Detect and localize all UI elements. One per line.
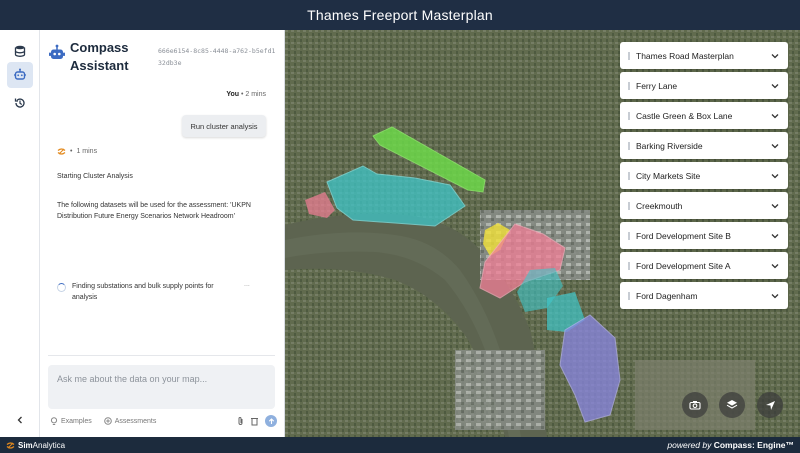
chevron-down-icon[interactable] [770, 111, 780, 121]
examples-button[interactable]: Examples [50, 416, 92, 426]
user-message-text: Run cluster analysis [190, 121, 258, 131]
user-author: You [226, 91, 240, 98]
layers-button[interactable] [719, 392, 745, 418]
site-item[interactable]: Barking Riverside [620, 132, 788, 159]
history-icon [14, 98, 25, 108]
chevron-down-icon[interactable] [770, 51, 780, 61]
site-item-label: Creekmouth [636, 200, 683, 211]
analysis-step-text: Finding substations and bulk supply poin… [72, 283, 214, 301]
drag-handle-icon[interactable] [628, 291, 630, 300]
simanalytica-brand: SimAnalytica [6, 441, 65, 450]
robot-icon [14, 68, 26, 80]
site-item[interactable]: Creekmouth [620, 192, 788, 219]
meta-separator: • [70, 148, 73, 155]
site-item[interactable]: Thames Road Masterplan [620, 42, 788, 69]
examples-label: Examples [61, 417, 92, 425]
site-item-label: City Markets Site [636, 170, 701, 181]
industrial-area [455, 350, 545, 430]
assistant-nav-button[interactable] [7, 62, 33, 88]
assessments-label: Assessments [114, 417, 157, 425]
drag-handle-icon[interactable] [628, 261, 630, 270]
chevron-down-icon[interactable] [770, 141, 780, 151]
delete-icon[interactable] [250, 416, 259, 426]
powered-by-label: powered by [667, 440, 712, 450]
brand-prefix: Sim [18, 440, 33, 450]
drag-handle-icon[interactable] [628, 51, 630, 60]
site-item[interactable]: Ford Development Site A [620, 252, 788, 279]
site-item[interactable]: City Markets Site [620, 162, 788, 189]
app-title-bar: Thames Freeport Masterplan [0, 0, 800, 30]
chevron-down-icon[interactable] [770, 201, 780, 211]
site-item[interactable]: Ford Development Site B [620, 222, 788, 249]
user-message-time: 2 mins [245, 91, 266, 98]
history-nav-button[interactable] [7, 90, 33, 116]
site-item-label: Castle Green & Box Lane [636, 110, 733, 121]
brand-suffix: Analytica [32, 440, 66, 450]
chevron-down-icon[interactable] [770, 231, 780, 241]
assistant-header: Compass Assistant 666e6154-8c85-4448-a76… [40, 30, 285, 80]
loading-spinner-icon [57, 283, 66, 292]
drag-handle-icon[interactable] [628, 201, 630, 210]
user-message-bubble: Run cluster analysis [182, 115, 266, 137]
chat-input[interactable] [48, 365, 275, 409]
attach-icon[interactable] [237, 416, 244, 426]
user-message-meta: You • 2 mins [226, 91, 266, 98]
bot-message-body: The following datasets will be used for … [57, 202, 251, 220]
drag-handle-icon[interactable] [628, 231, 630, 240]
camera-icon [689, 401, 701, 410]
footer-bar: SimAnalytica powered by Compass: Engine™ [0, 437, 800, 453]
robot-icon [49, 44, 65, 59]
site-list: Thames Road Masterplan Ferry Lane Castle… [620, 42, 788, 312]
assistant-panel: Compass Assistant 666e6154-8c85-4448-a76… [40, 30, 285, 437]
site-item[interactable]: Castle Green & Box Lane [620, 102, 788, 129]
datasets-nav-button[interactable] [7, 38, 33, 64]
database-icon [14, 45, 26, 57]
app-title: Thames Freeport Masterplan [307, 7, 493, 23]
drag-handle-icon[interactable] [628, 111, 630, 120]
bot-message-heading: Starting Cluster Analysis [57, 173, 133, 180]
divider [48, 355, 275, 356]
assessments-button[interactable]: Assessments [103, 417, 157, 425]
chevron-down-icon[interactable] [770, 81, 780, 91]
drag-handle-icon[interactable] [628, 171, 630, 180]
layers-icon [726, 400, 738, 409]
send-button[interactable] [265, 415, 277, 427]
compass-logo-icon [57, 148, 66, 155]
site-item[interactable]: Ferry Lane [620, 72, 788, 99]
chevron-down-icon[interactable] [770, 261, 780, 271]
assistant-title: Compass Assistant [70, 40, 129, 73]
site-item[interactable]: Ford Dagenham [620, 282, 788, 309]
bot-message-time: 1 mins [76, 148, 98, 155]
site-item-label: Ford Dagenham [636, 290, 698, 301]
powered-by: powered by Compass: Engine™ [667, 440, 794, 450]
site-item-label: Ford Development Site B [636, 230, 731, 241]
site-item-label: Barking Riverside [636, 140, 703, 151]
drag-handle-icon[interactable] [628, 81, 630, 90]
collapse-panel-button[interactable] [7, 410, 33, 430]
navigate-button[interactable] [757, 392, 783, 418]
analysis-step-status: ... [244, 281, 250, 288]
navigation-arrow-icon [765, 400, 775, 410]
screenshot-button[interactable] [682, 392, 708, 418]
simanalytica-logo-icon [6, 441, 15, 449]
engine-name: Compass: Engine™ [713, 440, 794, 450]
chat-input-toolbar: Examples Assessments [50, 414, 277, 428]
input-actions [237, 415, 277, 427]
add-circle-icon [103, 417, 112, 425]
chevron-left-icon [17, 416, 22, 424]
site-item-label: Thames Road Masterplan [636, 50, 734, 61]
lightbulb-icon [50, 416, 58, 425]
site-item-label: Ford Development Site A [636, 260, 731, 271]
site-item-label: Ferry Lane [636, 80, 678, 91]
arrow-up-icon [268, 417, 274, 424]
left-nav-rail [0, 30, 40, 437]
chevron-down-icon[interactable] [770, 291, 780, 301]
analysis-step: Finding substations and bulk supply poin… [57, 281, 272, 303]
bot-message-meta: • 1 mins [57, 147, 97, 156]
drag-handle-icon[interactable] [628, 141, 630, 150]
chevron-down-icon[interactable] [770, 171, 780, 181]
session-id: 666e6154-8c85-4448-a762-b5efd132db3e [158, 47, 276, 67]
